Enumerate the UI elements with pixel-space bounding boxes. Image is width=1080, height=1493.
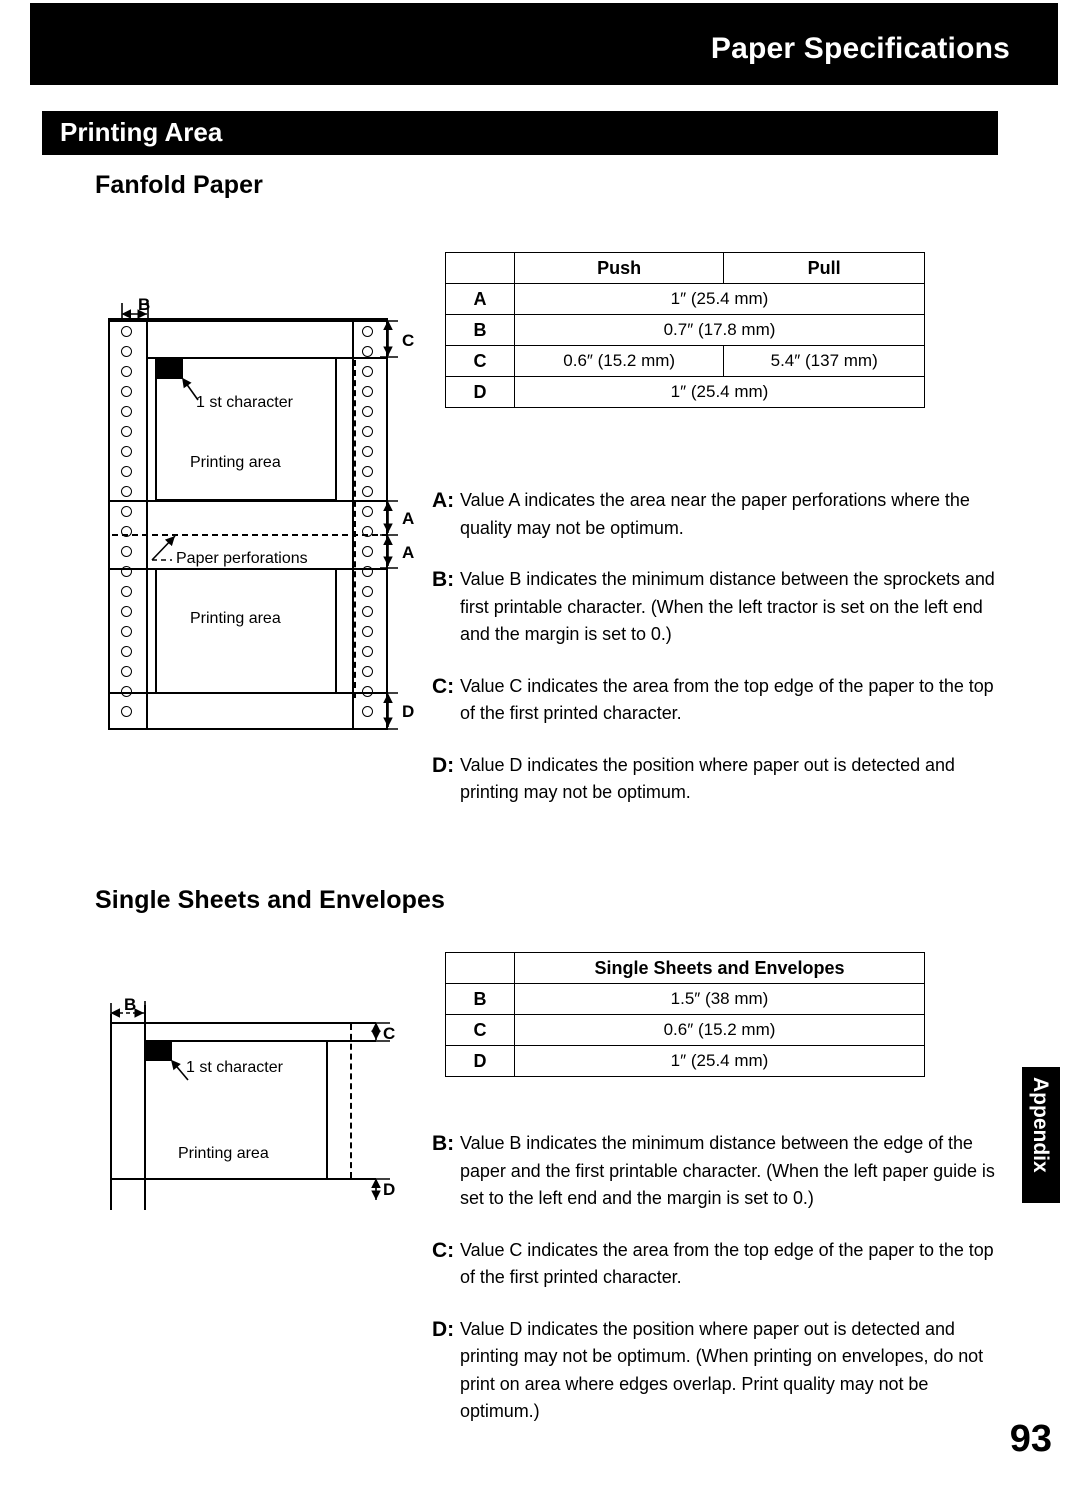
description-item-c: C: Value C indicates the area from the t…: [432, 673, 1007, 728]
column-header-pull: Pull: [723, 252, 925, 284]
description-text-c: Value C indicates the area from the top …: [460, 675, 994, 724]
single-diagram-annotations: [110, 1001, 390, 1200]
column-header-single-sheets: Single Sheets and Envelopes: [514, 952, 925, 984]
description-text-c: Value C indicates the area from the top …: [460, 1239, 994, 1288]
printing-area-label: Printing area: [178, 1145, 269, 1162]
description-item-b: B: Value B indicates the minimum distanc…: [432, 566, 1007, 649]
table-row: A 1″ (25.4 mm): [445, 283, 925, 315]
table-header-row: Push Pull: [445, 252, 925, 284]
single-sheets-value-descriptions: B: Value B indicates the minimum distanc…: [432, 1130, 1007, 1450]
page-number: 93: [1009, 1418, 1052, 1460]
description-text-d: Value D indicates the position where pap…: [460, 1318, 984, 1422]
description-item-d: D: Value D indicates the position where …: [432, 752, 1007, 807]
cell-c-value: 0.6″ (15.2 mm): [514, 1014, 925, 1046]
description-key-a: A:: [432, 489, 455, 512]
page-title: Paper Specifications: [710, 32, 1010, 65]
table-row: D 1″ (25.4 mm): [445, 376, 925, 408]
cell-b-value: 1.5″ (38 mm): [514, 983, 925, 1015]
cell-b-value: 0.7″ (17.8 mm): [514, 314, 925, 346]
appendix-side-tab: Appendix: [1022, 1067, 1060, 1203]
table-row: C 0.6″ (15.2 mm) 5.4″ (137 mm): [445, 345, 925, 377]
row-label-b: B: [445, 314, 515, 346]
description-item-c: C: Value C indicates the area from the t…: [432, 1237, 1007, 1292]
description-text-b: Value B indicates the minimum distance b…: [460, 569, 995, 644]
table-corner-cell: [445, 252, 515, 284]
column-header-push: Push: [513, 252, 725, 284]
single-sheets-spec-table: Single Sheets and Envelopes B 1.5″ (38 m…: [445, 952, 925, 1077]
fanfold-value-descriptions: A: Value A indicates the area near the p…: [432, 487, 1007, 831]
table-row: D 1″ (25.4 mm): [445, 1045, 925, 1077]
appendix-tab-label: Appendix: [1029, 1077, 1052, 1173]
row-label-b: B: [445, 983, 515, 1015]
description-item-a: A: Value A indicates the area near the p…: [432, 487, 1007, 542]
description-item-d: D: Value D indicates the position where …: [432, 1316, 1007, 1426]
cell-a-value: 1″ (25.4 mm): [514, 283, 925, 315]
cell-d-value: 1″ (25.4 mm): [514, 376, 925, 408]
row-label-a: A: [445, 283, 515, 315]
description-key-b: B:: [432, 1132, 455, 1155]
description-text-b: Value B indicates the minimum distance b…: [460, 1133, 995, 1208]
description-key-d: D:: [432, 753, 455, 777]
description-text-a: Value A indicates the area near the pape…: [460, 490, 970, 538]
table-row: B 1.5″ (38 mm): [445, 983, 925, 1015]
description-key-b: B:: [432, 568, 455, 591]
cell-d-value: 1″ (25.4 mm): [514, 1045, 925, 1077]
description-key-d: D:: [432, 1317, 455, 1341]
table-header-row: Single Sheets and Envelopes: [445, 952, 925, 984]
table-row: B 0.7″ (17.8 mm): [445, 314, 925, 346]
fanfold-spec-table: Push Pull A 1″ (25.4 mm) B 0.7″ (17.8 mm…: [445, 252, 925, 408]
row-label-c: C: [445, 345, 515, 377]
single-sheet-diagram: B C D 1 st character Printing area: [0, 0, 420, 1230]
description-key-c: C:: [432, 674, 455, 698]
cell-c-pull-value: 5.4″ (137 mm): [723, 345, 925, 377]
table-row: C 0.6″ (15.2 mm): [445, 1014, 925, 1046]
description-item-b: B: Value B indicates the minimum distanc…: [432, 1130, 1007, 1213]
row-label-d: D: [445, 376, 515, 408]
row-label-c: C: [445, 1014, 515, 1046]
description-text-d: Value D indicates the position where pap…: [460, 754, 955, 803]
first-character-label: 1 st character: [186, 1059, 283, 1076]
row-label-d: D: [445, 1045, 515, 1077]
cell-c-push-value: 0.6″ (15.2 mm): [513, 345, 725, 377]
description-key-c: C:: [432, 1238, 455, 1262]
table-corner-cell: [445, 952, 515, 984]
